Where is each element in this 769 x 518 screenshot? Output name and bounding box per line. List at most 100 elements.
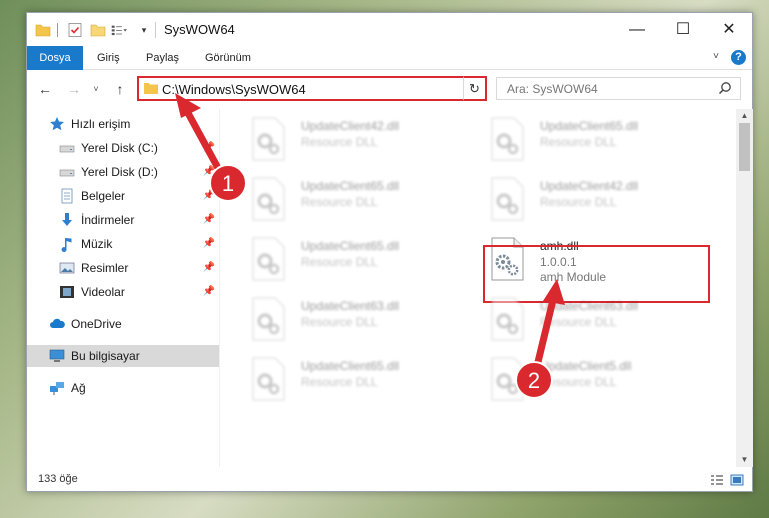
file-name: UpdateClient65.dll	[540, 119, 639, 133]
sidebar-item-network[interactable]: Ağ	[27, 377, 219, 399]
up-button[interactable]: ↑	[111, 80, 129, 98]
list-item[interactable]: UpdateClient65.dll Resource DLL	[233, 173, 463, 229]
file-type: Resource DLL	[301, 255, 378, 269]
list-item[interactable]: UpdateClient5.dll Resource DLL	[472, 353, 702, 409]
view-options-icon[interactable]	[111, 22, 127, 38]
address-path[interactable]: C:\Windows\SysWOW64	[162, 82, 306, 97]
address-bar[interactable]: C:\Windows\SysWOW64 ˅	[137, 76, 487, 101]
item-count: 133 öğe	[38, 473, 78, 485]
file-name: UpdateClient65.dll	[301, 359, 400, 373]
help-icon[interactable]: ?	[731, 50, 746, 65]
list-item[interactable]: UpdateClient65.dll Resource DLL	[472, 113, 702, 169]
new-folder-icon[interactable]	[90, 22, 106, 38]
list-item[interactable]: UpdateClient63.dll Resource DLL	[233, 293, 463, 349]
scrollbar-thumb[interactable]	[739, 123, 750, 171]
sidebar-item-label: Hızlı erişim	[71, 117, 131, 131]
maximize-button[interactable]: ☐	[660, 13, 706, 46]
folder-icon[interactable]	[35, 22, 51, 38]
navigation-pane: Hızlı erişim Yerel Disk (C:) 📌 Yerel Dis…	[27, 109, 219, 467]
sidebar-item-drive-d[interactable]: Yerel Disk (D:) 📌	[27, 161, 219, 183]
pin-icon[interactable]: 📌	[203, 281, 215, 303]
file-type: Resource DLL	[301, 315, 378, 329]
sidebar-item-label: Ağ	[71, 381, 86, 395]
scroll-up-icon[interactable]: ▲	[736, 109, 753, 123]
sidebar-item-drive-c[interactable]: Yerel Disk (C:) 📌	[27, 137, 219, 159]
tab-view[interactable]: Görünüm	[193, 46, 263, 70]
title-separator	[155, 22, 156, 38]
network-icon	[50, 382, 64, 395]
sidebar-item-label: Videolar	[81, 285, 125, 299]
file-type: Resource DLL	[540, 315, 617, 329]
tab-share[interactable]: Paylaş	[134, 46, 191, 70]
sidebar-item-label: Yerel Disk (C:)	[81, 141, 158, 155]
sidebar-item-label: OneDrive	[71, 317, 122, 331]
sidebar-item-pictures[interactable]: Resimler 📌	[27, 257, 219, 279]
sidebar-item-onedrive[interactable]: OneDrive	[27, 313, 219, 335]
sidebar-item-label: Müzik	[81, 237, 113, 251]
vertical-scrollbar[interactable]: ▲ ▼	[736, 109, 753, 467]
file-type: Resource DLL	[540, 375, 617, 389]
sidebar-item-music[interactable]: Müzik 📌	[27, 233, 219, 255]
download-icon	[62, 213, 72, 226]
large-icons-view-icon[interactable]	[730, 474, 744, 486]
computer-icon	[49, 349, 65, 362]
dll-file-icon	[491, 177, 524, 221]
customize-quick-access-icon[interactable]: ▾	[139, 25, 149, 35]
recent-locations-button[interactable]: ˅	[87, 80, 105, 98]
file-name: UpdateClient42.dll	[301, 119, 400, 133]
expand-ribbon-icon[interactable]: ˅	[710, 51, 722, 63]
quick-access-separator	[57, 23, 58, 37]
pin-icon[interactable]: 📌	[203, 233, 215, 255]
dll-file-icon	[491, 297, 524, 341]
file-name: UpdateClient65.dll	[301, 179, 400, 193]
window-title: SysWOW64	[164, 22, 235, 37]
sidebar-item-quick-access[interactable]: Hızlı erişim	[27, 113, 219, 135]
properties-icon[interactable]	[67, 22, 83, 38]
list-item[interactable]: UpdateClient65.dll Resource DLL	[233, 233, 463, 289]
explorer-window: ▾ SysWOW64 — ☐ ✕ Dosya Giriş Paylaş Görü…	[26, 12, 753, 492]
list-item[interactable]: UpdateClient42.dll Resource DLL	[233, 113, 463, 169]
pin-icon[interactable]: 📌	[203, 257, 215, 279]
sidebar-item-this-pc[interactable]: Bu bilgisayar	[27, 345, 219, 367]
sidebar-item-downloads[interactable]: İndirmeler 📌	[27, 209, 219, 231]
file-type: Resource DLL	[540, 195, 617, 209]
dll-file-icon	[491, 117, 524, 161]
dll-file-icon	[252, 357, 285, 401]
pin-icon[interactable]: 📌	[203, 185, 215, 207]
sidebar-item-label: Belgeler	[81, 189, 126, 203]
search-icon[interactable]	[718, 81, 732, 95]
title-bar: ▾ SysWOW64 — ☐ ✕	[27, 13, 752, 46]
drive-icon	[59, 169, 75, 177]
file-type: Resource DLL	[301, 375, 378, 389]
minimize-button[interactable]: —	[614, 13, 660, 46]
file-name: UpdateClient65.dll	[301, 239, 400, 253]
sidebar-item-videos[interactable]: Videolar 📌	[27, 281, 219, 303]
dll-file-icon	[491, 357, 524, 401]
tab-file[interactable]: Dosya	[27, 46, 83, 70]
pin-icon[interactable]: 📌	[203, 137, 215, 159]
list-item[interactable]: UpdateClient63.dll Resource DLL	[472, 293, 702, 349]
sidebar-item-documents[interactable]: Belgeler 📌	[27, 185, 219, 207]
forward-button[interactable]: →	[65, 80, 83, 98]
pane-divider[interactable]	[219, 109, 220, 467]
list-item[interactable]: UpdateClient65.dll Resource DLL	[233, 353, 463, 409]
pin-icon[interactable]: 📌	[203, 161, 215, 183]
tab-home[interactable]: Giriş	[85, 46, 132, 70]
close-button[interactable]: ✕	[706, 13, 752, 46]
refresh-button[interactable]: ↻	[463, 76, 487, 101]
drive-icon	[59, 145, 75, 153]
sidebar-item-label: Bu bilgisayar	[71, 349, 140, 363]
file-name: UpdateClient63.dll	[540, 299, 639, 313]
dll-file-icon	[252, 117, 285, 161]
list-item[interactable]: UpdateClient42.dll Resource DLL	[472, 173, 702, 229]
file-type: Resource DLL	[301, 195, 378, 209]
back-button[interactable]: ←	[36, 80, 54, 98]
search-input[interactable]: Ara: SysWOW64	[496, 77, 741, 100]
music-icon	[61, 238, 72, 252]
details-view-icon[interactable]	[710, 474, 724, 486]
pin-icon[interactable]: 📌	[203, 209, 215, 231]
dll-file-icon	[252, 237, 285, 281]
scroll-down-icon[interactable]: ▼	[736, 453, 753, 467]
file-name: UpdateClient63.dll	[301, 299, 400, 313]
ribbon: Dosya Giriş Paylaş Görünüm ˅ ?	[27, 46, 752, 70]
